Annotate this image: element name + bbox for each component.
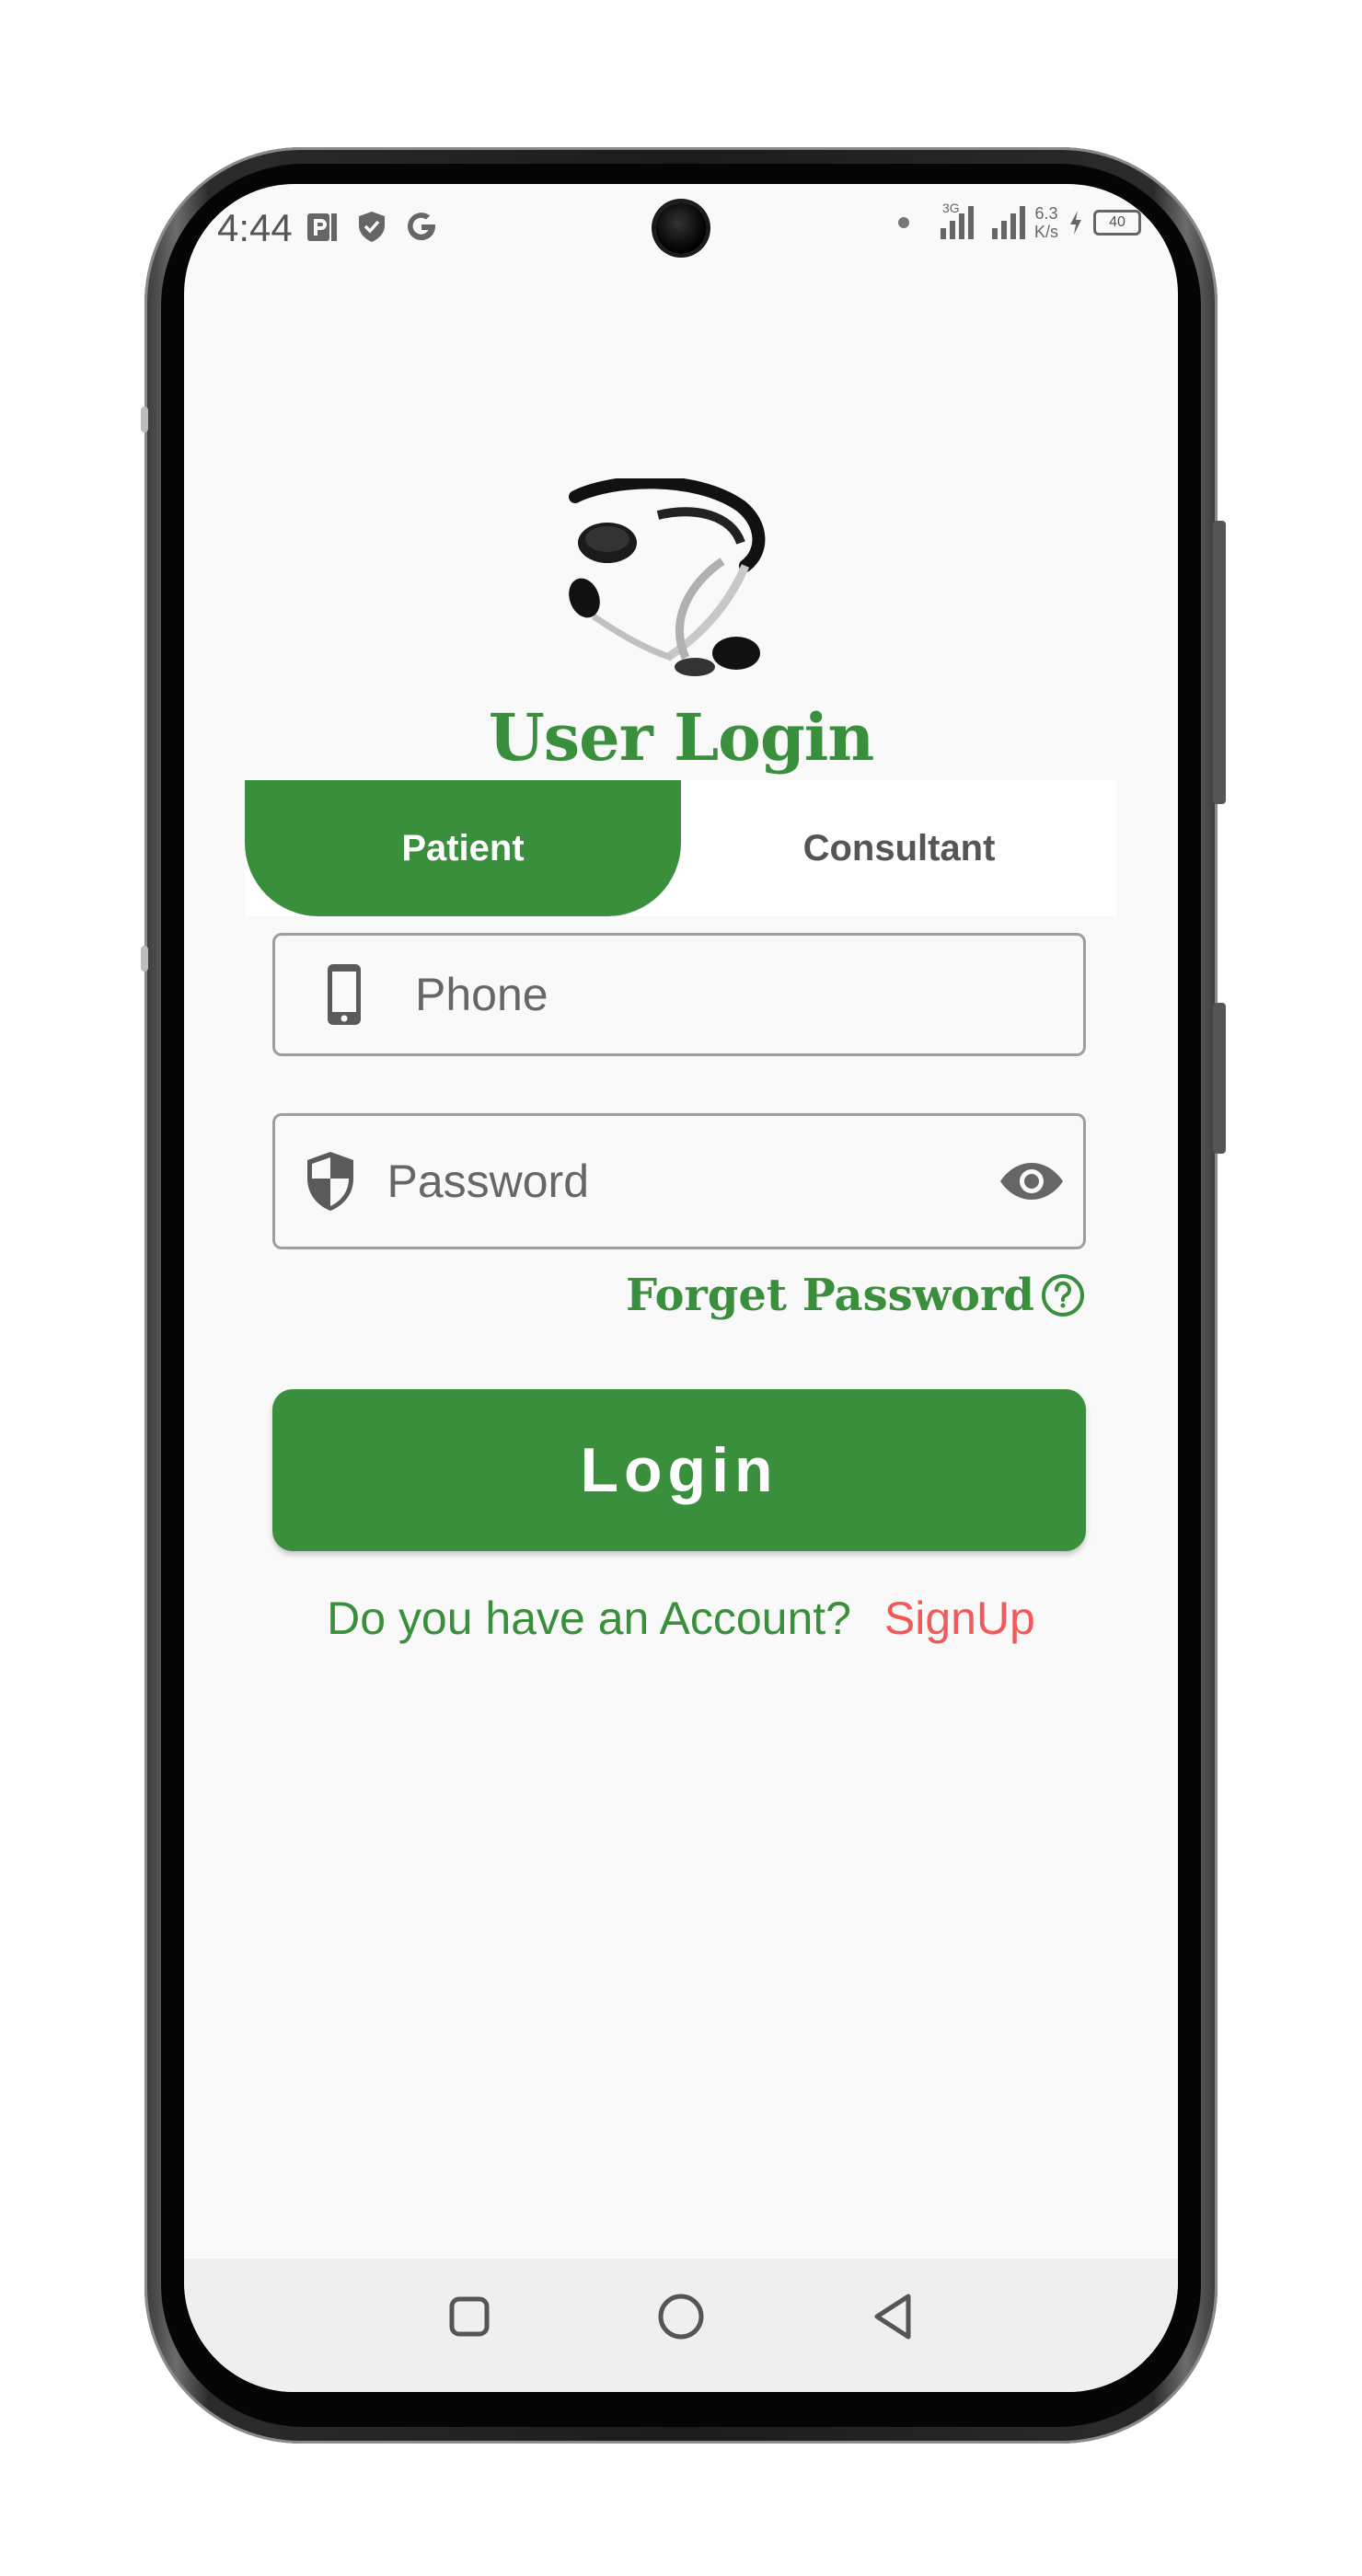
battery-level: 40 [1109, 214, 1125, 230]
home-button[interactable] [653, 2289, 709, 2344]
app-screen: 4:44 3G 6.3 K/s 40 User Login Patient Co… [184, 184, 1178, 2392]
phone-icon [328, 964, 361, 1025]
network-speed: 6.3 K/s [1034, 204, 1058, 241]
back-triangle-icon [874, 2294, 911, 2339]
toggle-password-visibility[interactable] [980, 1161, 1083, 1202]
login-button[interactable]: Login [272, 1389, 1086, 1551]
forget-password-label: Forget Password [626, 1270, 1034, 1321]
phone-field[interactable] [272, 933, 1086, 1056]
forget-password-link[interactable]: Forget Password [626, 1270, 1086, 1321]
network-indicator: 3G [940, 201, 974, 239]
side-mark [141, 407, 148, 432]
side-mark [141, 946, 148, 972]
parking-icon [307, 213, 337, 241]
account-question: Do you have an Account? [327, 1593, 851, 1644]
signal-icon [991, 206, 1025, 239]
phone-input[interactable] [413, 967, 1083, 1022]
network-type: 3G [941, 201, 960, 215]
eye-icon [1000, 1163, 1064, 1200]
power-button [1213, 1003, 1226, 1154]
front-camera [655, 202, 707, 254]
password-field-icon-wrap [275, 1149, 385, 1213]
notification-dot-icon [897, 217, 909, 228]
signup-row: Do you have an Account? SignUp [184, 1592, 1178, 1645]
tab-patient[interactable]: Patient [245, 780, 681, 916]
page-title: User Login [488, 699, 875, 776]
user-type-tabs: Patient Consultant [245, 780, 1117, 916]
help-circle-icon [1041, 1274, 1084, 1317]
circle-icon [658, 2294, 704, 2339]
phone-field-icon-wrap [275, 962, 413, 1027]
signup-link[interactable]: SignUp [884, 1593, 1035, 1644]
navigation-bar [184, 2259, 1178, 2392]
status-time: 4:44 [217, 206, 293, 249]
speed-unit: K/s [1033, 223, 1058, 241]
back-button[interactable] [865, 2289, 920, 2344]
password-input[interactable] [385, 1154, 981, 1209]
status-icons: 3G 6.3 K/s 40 [897, 201, 1141, 241]
shield-icon [306, 1152, 353, 1211]
shield-check-icon [359, 212, 385, 242]
recent-apps-button[interactable] [442, 2289, 497, 2344]
speed-value: 6.3 [1034, 204, 1058, 223]
square-icon [449, 2296, 490, 2336]
stethoscope-icon [569, 478, 766, 676]
notification-icons [304, 208, 440, 245]
battery-icon: 40 [1093, 210, 1141, 236]
charging-icon [1070, 211, 1081, 235]
tab-consultant[interactable]: Consultant [681, 780, 1117, 916]
volume-button [1213, 521, 1226, 804]
password-field[interactable] [272, 1113, 1086, 1249]
status-bar: 4:44 3G 6.3 K/s 40 [184, 184, 1178, 276]
google-icon [408, 213, 436, 241]
